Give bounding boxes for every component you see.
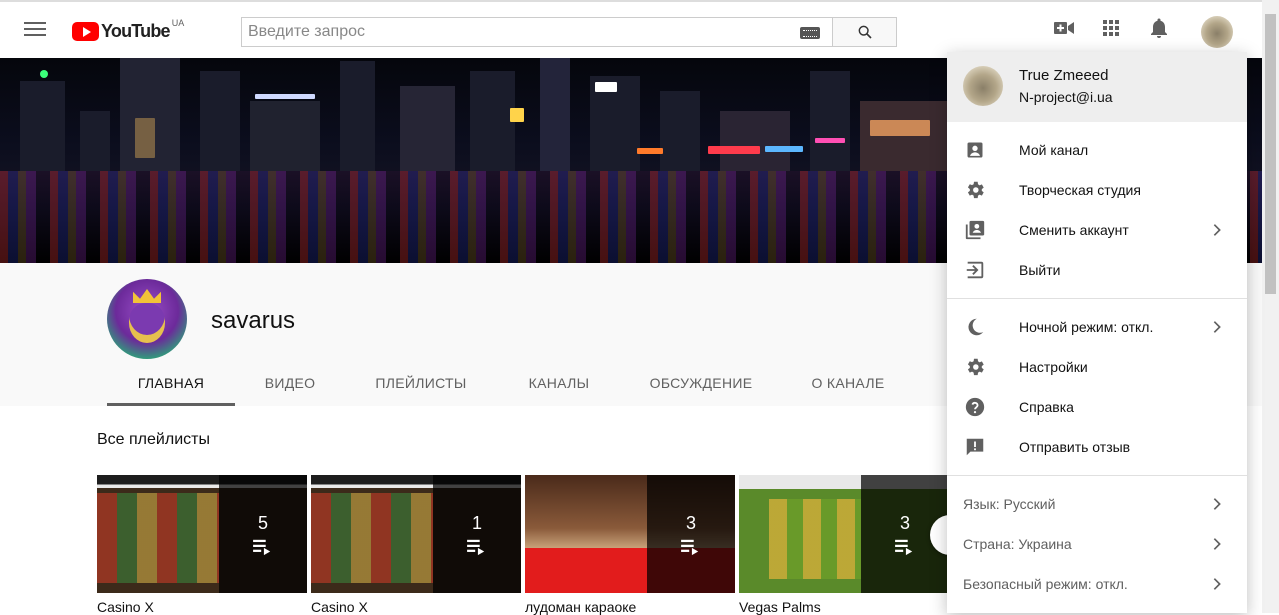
tab-discussion[interactable]: ОБСУЖДЕНИЕ <box>621 362 781 406</box>
video-count: 5 <box>257 512 268 533</box>
page-scrollbar[interactable] <box>1262 0 1279 613</box>
menu-item-restricted-mode[interactable]: Безопасный режим: откл. <box>947 564 1247 604</box>
menu-item-label: Отправить отзыв <box>1019 439 1131 455</box>
account-avatar-button[interactable] <box>1201 16 1233 48</box>
search-input[interactable] <box>242 18 782 46</box>
scrollbar-thumb[interactable] <box>1265 14 1276 294</box>
menu-item-label: Безопасный режим: откл. <box>963 576 1128 592</box>
youtube-play-icon <box>72 21 99 41</box>
menu-item-dark-mode[interactable]: Ночной режим: откл. <box>947 307 1247 347</box>
crown-icon <box>133 289 161 303</box>
menu-item-label: Язык: Русский <box>963 496 1056 512</box>
menu-item-my-channel[interactable]: Мой канал <box>947 130 1247 170</box>
switch-account-icon <box>965 220 985 240</box>
menu-item-switch-account[interactable]: Сменить аккаунт <box>947 210 1247 250</box>
menu-item-label: Страна: Украина <box>963 536 1072 552</box>
notifications-bell-icon[interactable] <box>1147 16 1171 40</box>
tab-home[interactable]: ГЛАВНАЯ <box>107 362 235 406</box>
menu-item-country[interactable]: Страна: Украина <box>947 524 1247 564</box>
playlist-card[interactable]: 3 <box>739 475 949 593</box>
menu-item-label: Справка <box>1019 399 1074 415</box>
playlist-play-icon <box>895 539 913 555</box>
account-menu: True Zmeeed N-project@i.ua Мой канал Тво… <box>947 52 1247 613</box>
sign-out-icon <box>966 261 984 279</box>
tab-channels[interactable]: КАНАЛЫ <box>497 362 621 406</box>
menu-item-help[interactable]: Справка <box>947 387 1247 427</box>
moon-icon <box>968 318 984 336</box>
hamburger-menu-icon[interactable] <box>24 22 46 38</box>
playlist-card[interactable]: 3 <box>525 475 735 593</box>
playlist-card[interactable]: 5 <box>97 475 307 593</box>
masthead: YouTube UA <box>0 0 1279 58</box>
chevron-right-icon <box>1213 538 1221 550</box>
menu-divider <box>947 298 1247 299</box>
menu-item-creator-studio[interactable]: Творческая студия <box>947 170 1247 210</box>
tab-videos[interactable]: ВИДЕО <box>235 362 345 406</box>
tab-playlists[interactable]: ПЛЕЙЛИСТЫ <box>345 362 497 406</box>
search-icon <box>858 25 872 39</box>
menu-item-label: Выйти <box>1019 262 1061 278</box>
account-email: N-project@i.ua <box>1019 89 1113 105</box>
video-count: 1 <box>471 512 482 533</box>
playlist-play-icon <box>253 539 271 555</box>
section-title: Все плейлисты <box>97 431 210 448</box>
menu-item-language[interactable]: Язык: Русский <box>947 484 1247 524</box>
menu-item-sign-out[interactable]: Выйти <box>947 250 1247 290</box>
video-count: 3 <box>685 512 696 533</box>
account-name: True Zmeeed <box>1019 67 1109 84</box>
menu-item-label: Настройки <box>1019 359 1088 375</box>
menu-divider <box>947 475 1247 476</box>
playlist-card[interactable]: 1 <box>311 475 521 593</box>
menu-item-label: Мой канал <box>1019 142 1089 158</box>
channel-tabs: ГЛАВНАЯ ВИДЕО ПЛЕЙЛИСТЫ КАНАЛЫ ОБСУЖДЕНИ… <box>107 362 915 406</box>
search-box <box>241 17 833 47</box>
keyboard-icon[interactable] <box>800 27 820 39</box>
logo-region: UA <box>171 18 185 28</box>
gear-icon <box>967 358 984 376</box>
channel-name: savarus <box>211 307 296 334</box>
help-icon <box>965 397 985 417</box>
feedback-icon <box>966 438 984 456</box>
menu-item-label: Ночной режим: откл. <box>1019 319 1154 335</box>
menu-item-settings[interactable]: Настройки <box>947 347 1247 387</box>
chevron-right-icon <box>1213 224 1221 236</box>
playlist-play-icon <box>681 539 699 555</box>
account-box-icon <box>967 142 983 158</box>
chevron-right-icon <box>1213 498 1221 510</box>
apps-grid-icon[interactable] <box>1099 16 1123 40</box>
tab-about[interactable]: О КАНАЛЕ <box>781 362 915 406</box>
playlist-play-icon <box>467 539 485 555</box>
search-button[interactable] <box>832 17 897 47</box>
chevron-right-icon <box>1213 321 1221 333</box>
menu-item-label: Сменить аккаунт <box>1019 222 1129 238</box>
account-menu-header: True Zmeeed N-project@i.ua <box>947 52 1247 122</box>
youtube-logo[interactable]: YouTube UA <box>72 18 185 42</box>
video-count: 3 <box>899 512 910 533</box>
channel-avatar[interactable] <box>107 279 187 359</box>
chevron-right-icon <box>1213 578 1221 590</box>
gear-icon <box>967 181 984 199</box>
logo-text: YouTube <box>101 20 171 41</box>
menu-item-label: Творческая студия <box>1019 182 1141 198</box>
create-video-icon[interactable] <box>1052 16 1076 40</box>
account-avatar <box>963 66 1003 106</box>
menu-item-send-feedback[interactable]: Отправить отзыв <box>947 427 1247 467</box>
